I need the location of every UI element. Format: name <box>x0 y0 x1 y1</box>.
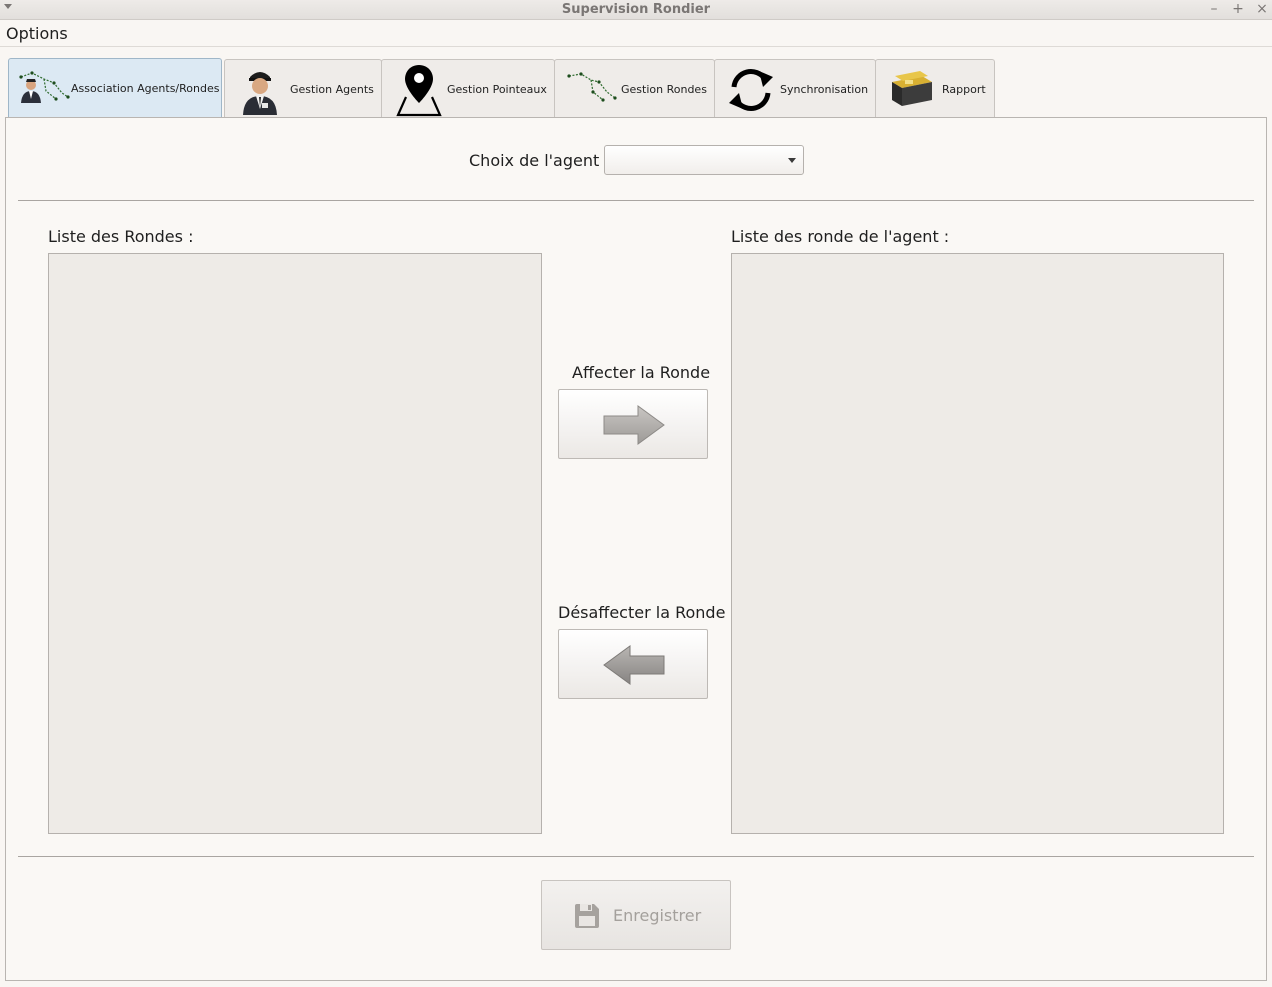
report-box-icon <box>892 71 932 106</box>
agent-choice-label: Choix de l'agent : <box>469 151 610 170</box>
divider-bottom <box>18 856 1254 857</box>
minimize-icon[interactable]: – <box>1206 1 1222 17</box>
tab-label: Gestion Pointeaux <box>447 83 547 96</box>
unassign-label: Désaffecter la Ronde <box>558 603 726 622</box>
tab-gestion-pointeaux[interactable]: Gestion Pointeaux <box>381 59 555 118</box>
route-icon <box>567 72 617 102</box>
security-agent-icon <box>243 72 277 115</box>
title-bar: Supervision Rondier – + × <box>0 0 1272 20</box>
rondes-list[interactable] <box>48 253 542 834</box>
tab-label: Association Agents/Rondes <box>71 82 220 95</box>
floppy-disk-icon <box>575 904 599 928</box>
tab-label: Rapport <box>942 83 986 96</box>
assign-ronde-button[interactable] <box>558 389 708 459</box>
agent-select[interactable] <box>604 145 804 175</box>
sync-icon <box>729 69 773 111</box>
tab-gestion-agents[interactable]: Gestion Agents <box>224 59 382 118</box>
agent-rondes-list[interactable] <box>731 253 1224 834</box>
tab-label: Gestion Rondes <box>621 83 707 96</box>
tab-label: Gestion Agents <box>290 83 374 96</box>
arrow-right-icon <box>603 405 665 445</box>
tab-rapport[interactable]: Rapport <box>875 59 995 118</box>
tab-synchronisation[interactable]: Synchronisation <box>714 59 876 118</box>
window-title: Supervision Rondier <box>561 2 711 17</box>
maximize-icon[interactable]: + <box>1230 1 1246 17</box>
chevron-down-icon <box>788 158 796 163</box>
tab-label: Synchronisation <box>780 83 869 96</box>
divider-top <box>18 200 1254 201</box>
save-button-label: Enregistrer <box>613 906 702 925</box>
tab-gestion-rondes[interactable]: Gestion Rondes <box>554 59 715 118</box>
unassign-ronde-button[interactable] <box>558 629 708 699</box>
agent-route-icon <box>19 71 70 103</box>
close-icon[interactable]: × <box>1254 1 1270 17</box>
arrow-left-icon <box>603 645 665 685</box>
rondes-list-label: Liste des Rondes : <box>48 227 194 246</box>
map-pin-icon <box>396 65 442 117</box>
tab-association-agents-rondes[interactable]: Association Agents/Rondes <box>8 58 222 117</box>
assign-label: Affecter la Ronde <box>572 363 711 382</box>
save-button[interactable]: Enregistrer <box>541 880 731 950</box>
agent-rondes-list-label: Liste des ronde de l'agent : <box>731 227 950 246</box>
menu-options[interactable]: Options <box>6 24 68 43</box>
menu-bar: Options <box>0 21 1272 47</box>
